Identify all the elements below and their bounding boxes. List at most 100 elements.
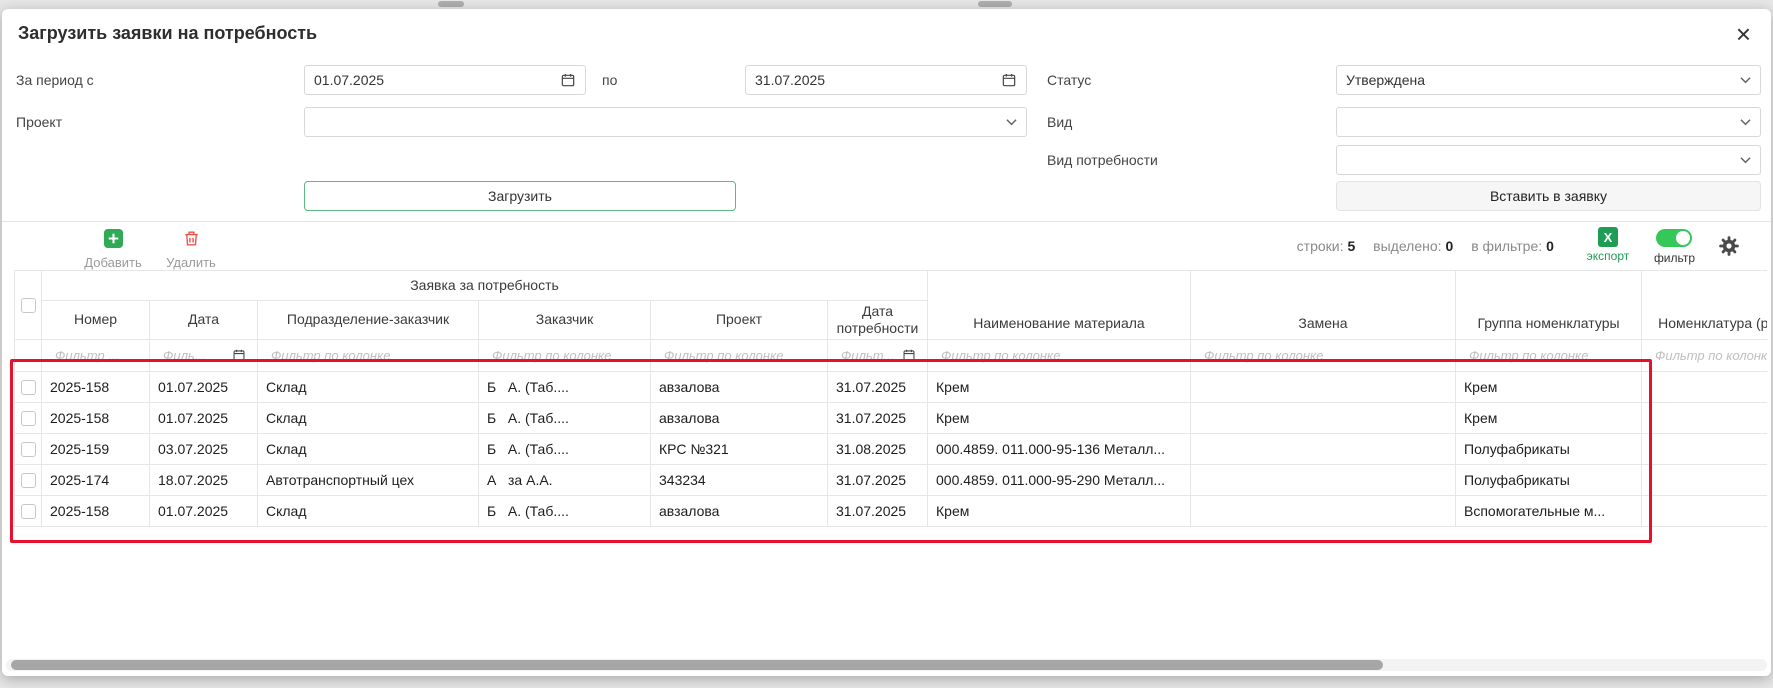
requests-table: Заявка за потребность Наименование матер… xyxy=(14,270,1767,527)
cell-department: Склад xyxy=(258,371,479,402)
cell-nomenclature xyxy=(1642,371,1768,402)
column-header-customer[interactable]: Заказчик xyxy=(479,301,651,340)
filter-input-project[interactable] xyxy=(662,347,816,364)
kind-label: Вид xyxy=(1047,107,1072,137)
table-row[interactable]: 2025-159 03.07.2025 Склад Б А. (Таб.... … xyxy=(15,433,1768,464)
select-all-cell xyxy=(15,271,42,340)
table-row[interactable]: 2025-158 01.07.2025 Склад Б А. (Таб.... … xyxy=(15,371,1768,402)
calendar-icon[interactable] xyxy=(902,348,916,362)
cell-replacement xyxy=(1191,371,1456,402)
toggle-knob xyxy=(1676,231,1690,245)
status-select[interactable]: Утверждена xyxy=(1336,65,1761,95)
in-filter-count-label: в фильтре: xyxy=(1471,238,1542,254)
column-header-nomenclature[interactable]: Номенклатура (ручной ввод) xyxy=(1642,271,1768,340)
close-button[interactable]: × xyxy=(1732,17,1755,51)
cell-department: Склад xyxy=(258,402,479,433)
load-requests-dialog: Загрузить заявки на потребность × За пер… xyxy=(2,9,1771,676)
chevron-down-icon xyxy=(1740,76,1751,84)
chevron-down-icon xyxy=(1740,118,1751,126)
cell-material: 000.4859. 011.000-95-136 Металл... xyxy=(928,433,1191,464)
column-header-project[interactable]: Проект xyxy=(651,301,828,340)
table-row[interactable]: 2025-158 01.07.2025 Склад Б А. (Таб.... … xyxy=(15,402,1768,433)
kind-select[interactable] xyxy=(1336,107,1761,137)
insert-into-request-button[interactable]: Вставить в заявку xyxy=(1336,181,1761,211)
column-header-nom-group[interactable]: Группа номенклатуры xyxy=(1456,271,1642,340)
column-header-date[interactable]: Дата xyxy=(150,301,258,340)
filter-toggle[interactable]: фильтр xyxy=(1654,229,1695,265)
cell-date: 01.07.2025 xyxy=(150,402,258,433)
calendar-icon[interactable] xyxy=(1001,72,1017,88)
cell-nomenclature xyxy=(1642,402,1768,433)
rows-count-label: строки: xyxy=(1297,238,1344,254)
export-button[interactable]: X экспорт xyxy=(1582,227,1634,263)
cell-project: авзалова xyxy=(651,495,828,526)
cell-date: 03.07.2025 xyxy=(150,433,258,464)
project-select[interactable] xyxy=(304,107,1027,137)
add-button[interactable]: Добавить xyxy=(79,229,147,270)
row-checkbox[interactable] xyxy=(21,442,36,457)
cell-number: 2025-158 xyxy=(42,495,150,526)
date-to-field[interactable] xyxy=(745,65,1027,95)
filter-input-material[interactable] xyxy=(939,347,1179,364)
filter-input-replacement[interactable] xyxy=(1202,347,1444,364)
column-header-number[interactable]: Номер xyxy=(42,301,150,340)
filter-input-need-date[interactable] xyxy=(839,347,899,364)
row-checkbox[interactable] xyxy=(21,380,36,395)
cell-replacement xyxy=(1191,464,1456,495)
horizontal-scrollbar-thumb[interactable] xyxy=(11,660,1383,670)
export-label: экспорт xyxy=(1582,249,1634,263)
in-filter-count-value: 0 xyxy=(1546,238,1554,254)
toggle-switch-on-icon[interactable] xyxy=(1656,229,1692,247)
row-checkbox[interactable] xyxy=(21,411,36,426)
date-from-field[interactable] xyxy=(304,65,586,95)
delete-button[interactable]: Удалить xyxy=(160,229,222,270)
date-from-input[interactable] xyxy=(314,72,560,88)
column-header-replacement[interactable]: Замена xyxy=(1191,271,1456,340)
column-header-department[interactable]: Подразделение-заказчик xyxy=(258,301,479,340)
cell-customer: Б А. (Таб.... xyxy=(479,495,651,526)
cell-date: 01.07.2025 xyxy=(150,371,258,402)
cell-date: 01.07.2025 xyxy=(150,495,258,526)
background-artifact xyxy=(438,1,464,7)
column-header-material[interactable]: Наименование материала xyxy=(928,271,1191,340)
column-header-need-date[interactable]: Дата потребности xyxy=(828,301,928,340)
cell-project: авзалова xyxy=(651,371,828,402)
horizontal-scrollbar-track[interactable] xyxy=(6,659,1767,671)
filter-input-customer[interactable] xyxy=(490,347,639,364)
status-label: Статус xyxy=(1047,65,1091,95)
filter-input-nom-group[interactable] xyxy=(1467,347,1630,364)
calendar-icon[interactable] xyxy=(560,72,576,88)
select-all-checkbox[interactable] xyxy=(21,298,36,313)
load-button[interactable]: Загрузить xyxy=(304,181,736,211)
filter-input-nomenclature[interactable] xyxy=(1653,347,1767,364)
cell-material: Крем xyxy=(928,495,1191,526)
cell-number: 2025-174 xyxy=(42,464,150,495)
table-viewport: Заявка за потребность Наименование матер… xyxy=(14,270,1767,527)
cell-need-date: 31.07.2025 xyxy=(828,495,928,526)
table-row[interactable]: 2025-158 01.07.2025 Склад Б А. (Таб.... … xyxy=(15,495,1768,526)
filter-input-date[interactable] xyxy=(161,347,229,364)
row-checkbox[interactable] xyxy=(21,504,36,519)
period-to-label: по xyxy=(602,65,617,95)
selected-count-label: выделено: xyxy=(1373,238,1441,254)
grid-toolbar: Добавить Удалить строки:5 выделено:0 в ф… xyxy=(2,222,1771,270)
cell-customer: А за А.А. xyxy=(479,464,651,495)
cell-nomenclature xyxy=(1642,464,1768,495)
delete-label: Удалить xyxy=(160,255,222,270)
date-to-input[interactable] xyxy=(755,72,1001,88)
need-kind-select[interactable] xyxy=(1336,145,1761,175)
settings-gear-icon[interactable] xyxy=(1717,234,1741,263)
cell-project: авзалова xyxy=(651,402,828,433)
status-select-value: Утверждена xyxy=(1346,72,1425,88)
filter-input-department[interactable] xyxy=(269,347,467,364)
dialog-title: Загрузить заявки на потребность xyxy=(18,23,317,44)
row-checkbox[interactable] xyxy=(21,473,36,488)
table-row[interactable]: 2025-174 18.07.2025 Автотранспортный цех… xyxy=(15,464,1768,495)
add-label: Добавить xyxy=(79,255,147,270)
calendar-icon[interactable] xyxy=(232,348,246,362)
cell-project: КРС №321 xyxy=(651,433,828,464)
cell-customer: Б А. (Таб.... xyxy=(479,371,651,402)
filter-input-number[interactable] xyxy=(53,347,138,364)
cell-date: 18.07.2025 xyxy=(150,464,258,495)
trash-icon xyxy=(182,229,201,248)
